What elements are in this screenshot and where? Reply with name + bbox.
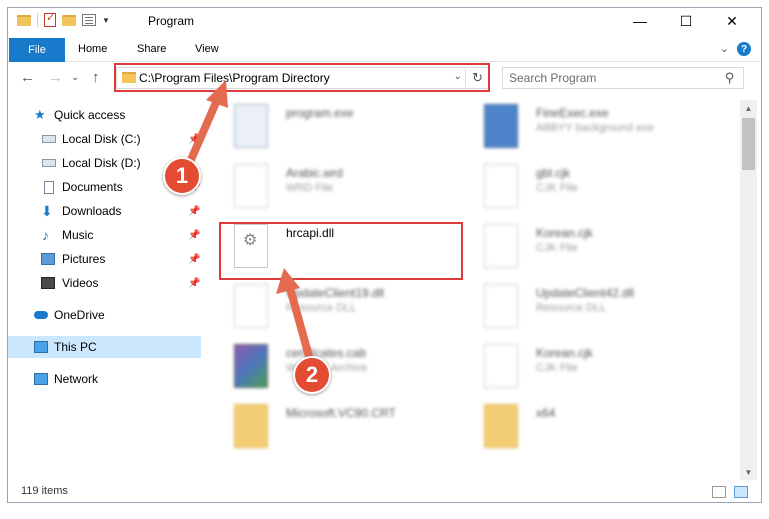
annotation-arrows [186,80,314,364]
arrow-1 [186,80,228,166]
arrow-2 [276,268,314,364]
step-2-badge: 2 [293,356,331,394]
step-1-badge: 1 [163,157,201,195]
